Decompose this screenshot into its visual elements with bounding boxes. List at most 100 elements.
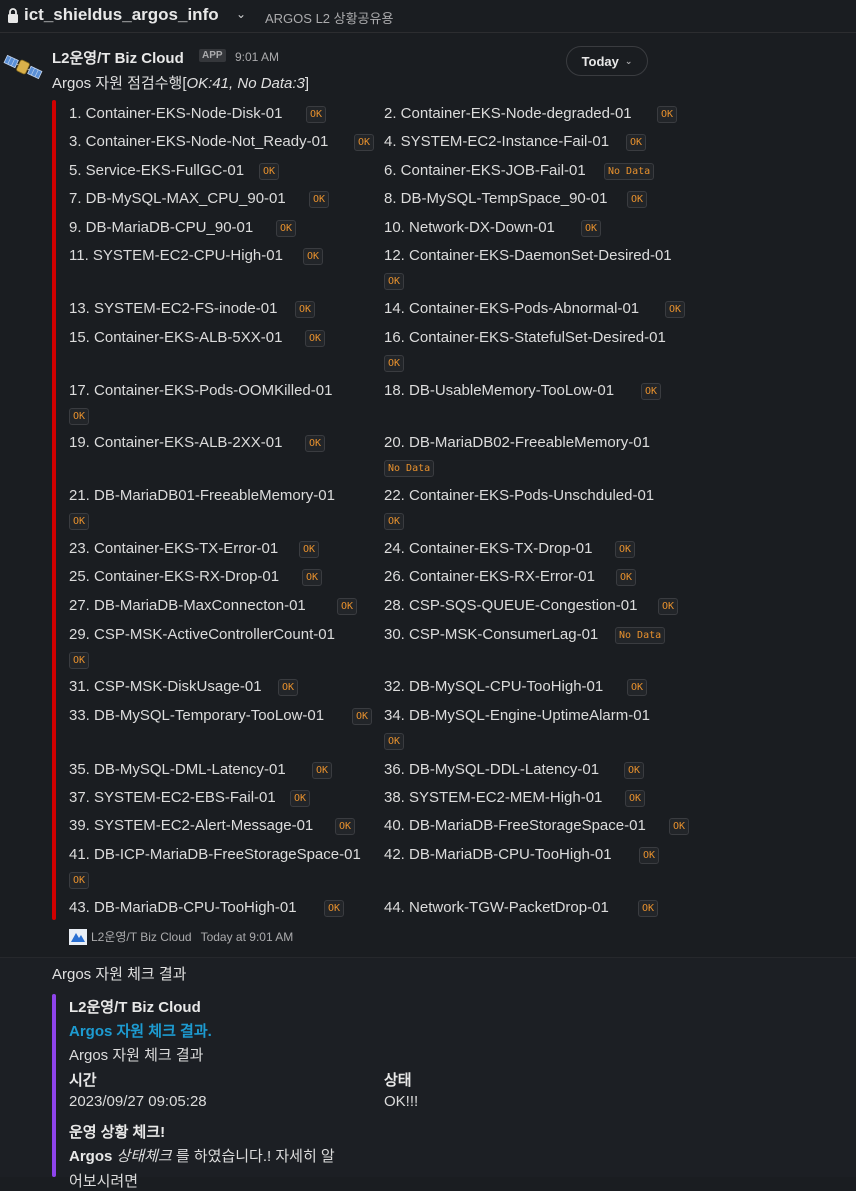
check-item-label: 9. DB-MariaDB-CPU_90-01 bbox=[69, 219, 254, 236]
status-badge: OK bbox=[299, 541, 320, 558]
status-badge: OK bbox=[616, 569, 637, 586]
status-badge: OK bbox=[626, 134, 647, 151]
check-item-label: 24. Container-EKS-TX-Drop-01 bbox=[384, 540, 593, 557]
chevron-down-icon[interactable]: ⌄ bbox=[236, 7, 246, 21]
status-badge: OK bbox=[69, 872, 90, 889]
footer-sender: L2운영/T Biz Cloud bbox=[91, 930, 192, 944]
field-value-status: OK!!! bbox=[384, 1093, 419, 1110]
check-item-label: 16. Container-EKS-StatefulSet-Desired-01 bbox=[384, 329, 666, 346]
status-badge: OK bbox=[309, 191, 330, 208]
status-badge: OK bbox=[312, 762, 333, 779]
status-badge: OK bbox=[306, 106, 327, 123]
check-item-label: 43. DB-MariaDB-CPU-TooHigh-01 bbox=[69, 899, 297, 916]
status-badge: OK bbox=[384, 513, 405, 530]
check-item-label: 17. Container-EKS-Pods-OOMKilled-01 bbox=[69, 382, 333, 399]
check-item-label: 31. CSP-MSK-DiskUsage-01 bbox=[69, 678, 262, 695]
check-item-label: 30. CSP-MSK-ConsumerLag-01 bbox=[384, 626, 599, 643]
footer-time[interactable]: Today at 9:01 AM bbox=[201, 930, 294, 944]
status-badge: OK bbox=[657, 106, 678, 123]
status-badge: OK bbox=[337, 598, 358, 615]
check-item-label: 19. Container-EKS-ALB-2XX-01 bbox=[69, 434, 283, 451]
attachment-accent-bar bbox=[52, 994, 56, 1177]
check-item-label: 44. Network-TGW-PacketDrop-01 bbox=[384, 899, 609, 916]
ops-check-text: Argos 상태체크 를 하였습니다.! 자세히 알 bbox=[69, 1148, 335, 1165]
field-title-time: 시간 bbox=[69, 1072, 97, 1089]
status-badge: OK bbox=[295, 301, 316, 318]
check-item-label: 2. Container-EKS-Node-degraded-01 bbox=[384, 105, 632, 122]
date-jump-button[interactable]: Today ⌄ bbox=[566, 46, 648, 76]
check-item-label: 41. DB-ICP-MariaDB-FreeStorageSpace-01 bbox=[69, 846, 361, 863]
check-item-label: 1. Container-EKS-Node-Disk-01 bbox=[69, 105, 283, 122]
ops-check-title: 운영 상황 체크! bbox=[69, 1124, 166, 1141]
status-badge: No Data bbox=[615, 627, 666, 644]
check-item-label: 15. Container-EKS-ALB-5XX-01 bbox=[69, 329, 283, 346]
check-item-label: 3. Container-EKS-Node-Not_Ready-01 bbox=[69, 133, 329, 150]
check-item-label: 18. DB-UsableMemory-TooLow-01 bbox=[384, 382, 615, 399]
status-badge: OK bbox=[259, 163, 280, 180]
status-badge: OK bbox=[615, 541, 636, 558]
check-item-label: 22. Container-EKS-Pods-Unschduled-01 bbox=[384, 487, 655, 504]
status-badge: OK bbox=[669, 818, 690, 835]
chevron-down-icon: ⌄ bbox=[624, 55, 633, 66]
check-item-label: 6. Container-EKS-JOB-Fail-01 bbox=[384, 162, 586, 179]
attachment-footer: L2운영/T Biz Cloud Today at 9:01 AM bbox=[69, 928, 293, 945]
check-item-label: 14. Container-EKS-Pods-Abnormal-01 bbox=[384, 300, 640, 317]
check-item-label: 4. SYSTEM-EC2-Instance-Fail-01 bbox=[384, 133, 610, 150]
check-item-label: 32. DB-MySQL-CPU-TooHigh-01 bbox=[384, 678, 604, 695]
channel-header: ict_shieldus_argos_info ⌄ ARGOS L2 상황공유용 bbox=[0, 0, 856, 33]
status-badge: OK bbox=[305, 435, 326, 452]
status-badge: OK bbox=[639, 847, 660, 864]
status-badge: No Data bbox=[604, 163, 655, 180]
check-item-label: 7. DB-MySQL-MAX_CPU_90-01 bbox=[69, 190, 286, 207]
status-badge: OK bbox=[665, 301, 686, 318]
attachment-body: Argos 자원 체크 결과 bbox=[69, 1047, 204, 1064]
message-time[interactable]: 9:01 AM bbox=[235, 50, 279, 64]
status-badge: OK bbox=[352, 708, 373, 725]
status-badge: OK bbox=[324, 900, 345, 917]
message-sender[interactable]: L2운영/T Biz Cloud bbox=[52, 47, 184, 68]
check-item-label: 25. Container-EKS-RX-Drop-01 bbox=[69, 568, 280, 585]
check-item-label: 39. SYSTEM-EC2-Alert-Message-01 bbox=[69, 817, 314, 834]
status-badge: OK bbox=[624, 762, 645, 779]
status-badge: OK bbox=[290, 790, 311, 807]
check-item-label: 8. DB-MySQL-TempSpace_90-01 bbox=[384, 190, 608, 207]
message-text: Argos 자원 체크 결과 bbox=[52, 966, 187, 983]
status-badge: OK bbox=[627, 191, 648, 208]
attachment-accent-bar bbox=[52, 100, 56, 920]
check-item-label: 34. DB-MySQL-Engine-UptimeAlarm-01 bbox=[384, 707, 650, 724]
channel-name[interactable]: ict_shieldus_argos_info bbox=[24, 5, 219, 25]
check-item-label: 12. Container-EKS-DaemonSet-Desired-01 bbox=[384, 247, 672, 264]
check-item-label: 21. DB-MariaDB01-FreeableMemory-01 bbox=[69, 487, 335, 504]
check-item-label: 33. DB-MySQL-Temporary-TooLow-01 bbox=[69, 707, 325, 724]
check-item-label: 36. DB-MySQL-DDL-Latency-01 bbox=[384, 761, 600, 778]
app-icon bbox=[69, 928, 87, 945]
status-badge: OK bbox=[278, 679, 299, 696]
status-badge: OK bbox=[276, 220, 297, 237]
status-badge: OK bbox=[638, 900, 659, 917]
check-item-label: 5. Service-EKS-FullGC-01 bbox=[69, 162, 245, 179]
lock-icon bbox=[8, 8, 18, 23]
status-badge: OK bbox=[384, 273, 405, 290]
check-item-label: 42. DB-MariaDB-CPU-TooHigh-01 bbox=[384, 846, 612, 863]
check-item-label: 37. SYSTEM-EC2-EBS-Fail-01 bbox=[69, 789, 276, 806]
app-badge: APP bbox=[199, 49, 226, 62]
channel-description: ARGOS L2 상황공유용 bbox=[265, 11, 394, 26]
attachment-author: L2운영/T Biz Cloud bbox=[69, 999, 201, 1016]
check-item-label: 29. CSP-MSK-ActiveControllerCount-01 bbox=[69, 626, 335, 643]
check-item-label: 35. DB-MySQL-DML-Latency-01 bbox=[69, 761, 286, 778]
attachment-title-link[interactable]: Argos 자원 체크 결과. bbox=[69, 1020, 212, 1041]
check-item-label: 11. SYSTEM-EC2-CPU-High-01 bbox=[69, 247, 283, 264]
status-badge: OK bbox=[69, 408, 90, 425]
status-badge: OK bbox=[303, 248, 324, 265]
status-badge: OK bbox=[641, 383, 662, 400]
check-item-label: 38. SYSTEM-EC2-MEM-High-01 bbox=[384, 789, 603, 806]
status-badge: OK bbox=[384, 733, 405, 750]
check-item-label: 10. Network-DX-Down-01 bbox=[384, 219, 555, 236]
status-badge: OK bbox=[625, 790, 646, 807]
check-item-label: 23. Container-EKS-TX-Error-01 bbox=[69, 540, 279, 557]
date-pill-label: Today bbox=[581, 53, 619, 69]
status-badge: OK bbox=[335, 818, 356, 835]
status-badge: No Data bbox=[384, 460, 435, 477]
field-value-time: 2023/09/27 09:05:28 bbox=[69, 1093, 207, 1110]
satellite-icon bbox=[3, 54, 43, 80]
